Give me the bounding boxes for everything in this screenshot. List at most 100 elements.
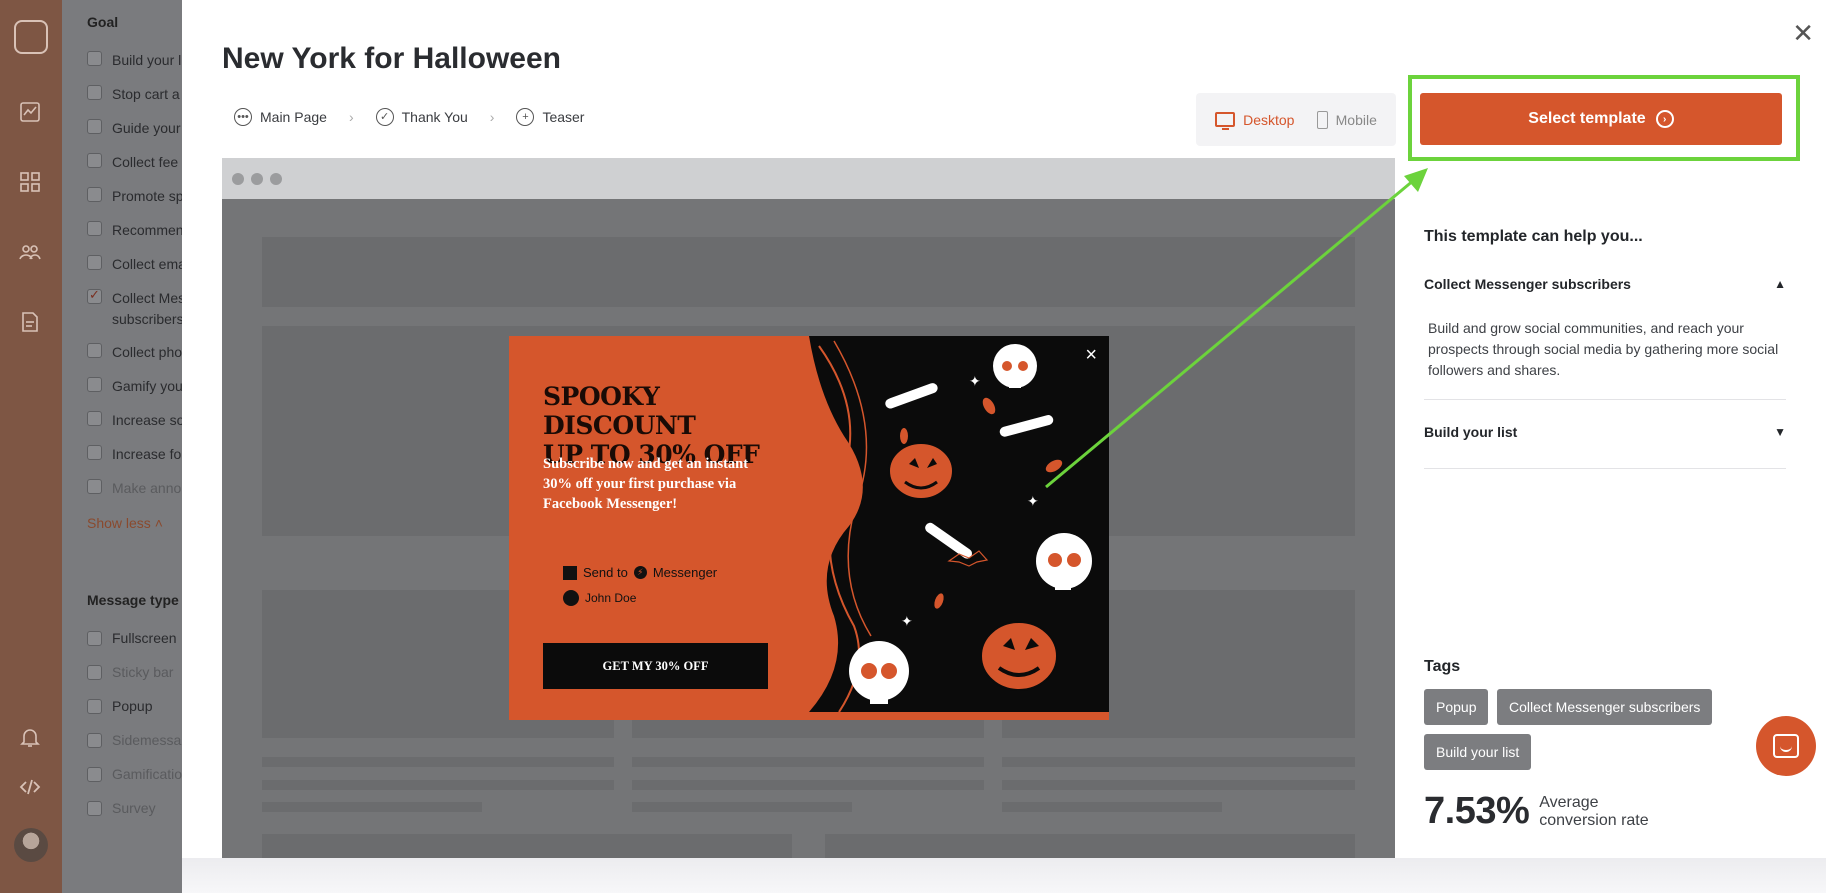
goal-filter-label: Collect fee	[112, 154, 179, 170]
svg-text:✦: ✦	[901, 613, 913, 629]
popup-close-icon[interactable]: ×	[1085, 344, 1097, 367]
checkbox-icon[interactable]	[87, 85, 102, 100]
goal-filter-item[interactable]: Make anno	[87, 478, 181, 499]
checkbox-icon[interactable]	[87, 119, 102, 134]
accordion-body: Build and grow social communities, and r…	[1428, 320, 1779, 378]
checkbox-icon[interactable]	[87, 187, 102, 202]
popup-cta-button[interactable]: GET MY 30% OFF	[543, 643, 768, 689]
accordion-title: Build your list	[1424, 424, 1518, 440]
window-dots-icon	[232, 173, 282, 185]
avatar-icon	[563, 590, 579, 606]
send-to-messenger[interactable]: Send to ⚡ Messenger	[563, 565, 717, 580]
app-sidebar	[0, 0, 62, 893]
goal-filter-item[interactable]: Increase fo	[87, 444, 181, 465]
message-type-label: Fullscreen	[112, 630, 177, 646]
goal-filter-item[interactable]: Increase so	[87, 410, 182, 431]
checkbox-icon[interactable]	[87, 343, 102, 358]
tag[interactable]: Build your list	[1424, 734, 1532, 770]
goal-filter-label: Collect ema	[112, 256, 182, 272]
message-type-filter-item[interactable]: Sidemessa	[87, 732, 181, 748]
goal-filter-label: Promote sp	[112, 188, 182, 204]
placeholder-line	[262, 780, 614, 790]
checkbox-icon[interactable]	[87, 733, 102, 748]
app-logo-icon[interactable]	[14, 20, 48, 54]
accordion-item-build-list: Build your list ▼	[1424, 424, 1786, 469]
placeholder-line	[632, 780, 984, 790]
goal-filter-item[interactable]: Stop cart a	[87, 84, 180, 105]
chevron-up-icon: ▲	[1774, 277, 1786, 291]
goal-filter-item[interactable]: Guide your	[87, 118, 180, 139]
message-type-filter-item[interactable]: Gamificatio	[87, 766, 182, 782]
send-to-label: Send to	[583, 565, 628, 580]
checkbox-icon[interactable]	[87, 445, 102, 460]
phone-icon	[1316, 110, 1328, 129]
message-type-heading: Message type	[87, 592, 179, 608]
goal-filter-item[interactable]: Collect Mes subscribers	[87, 287, 182, 330]
checkbox-icon[interactable]	[87, 699, 102, 714]
goal-filter-item[interactable]: Collect pho	[87, 342, 182, 363]
accordion-header[interactable]: Build your list ▼	[1424, 424, 1786, 440]
mobile-toggle[interactable]: Mobile	[1316, 110, 1377, 129]
messenger-icon: ⚡	[633, 566, 647, 579]
goal-filter-item[interactable]: Recommen	[87, 220, 182, 241]
message-type-label: Sidemessa	[112, 732, 182, 748]
goal-filter-item[interactable]: Collect ema	[87, 254, 182, 275]
checkbox-icon[interactable]	[87, 51, 102, 66]
browser-toolbar	[222, 158, 1395, 199]
page-title: New York for Halloween	[222, 42, 561, 75]
step-thank-you[interactable]: ✓ Thank You	[375, 108, 468, 126]
checkbox-icon[interactable]	[87, 665, 102, 680]
checkbox-icon[interactable]	[87, 377, 102, 392]
more-dots-icon: •••	[234, 108, 252, 126]
placeholder-line	[632, 757, 984, 767]
analytics-icon[interactable]	[18, 100, 42, 124]
message-type-filter-item[interactable]: Popup	[87, 698, 152, 714]
bell-icon[interactable]	[18, 725, 42, 749]
message-type-filter-item[interactable]: Fullscreen	[87, 630, 177, 646]
goal-filter-item[interactable]: Build your l	[87, 50, 181, 71]
checkbox-icon[interactable]	[87, 767, 102, 782]
checkbox-icon[interactable]	[87, 153, 102, 168]
checkbox-icon[interactable]	[87, 255, 102, 270]
halloween-popup: ✦ ✦ ✦ × SPOOKY DISCOUNT UP TO 30% OFF Subs…	[509, 336, 1109, 720]
step-navigation: ••• Main Page › ✓ Thank You › + Teaser	[234, 108, 584, 126]
chevron-down-icon: ▼	[1774, 425, 1786, 439]
message-type-filter-item[interactable]: Survey	[87, 800, 156, 816]
desktop-label: Desktop	[1243, 111, 1295, 128]
checkbox-icon[interactable]	[87, 221, 102, 236]
goal-filter-label: Make anno	[112, 480, 182, 496]
accordion-header[interactable]: Collect Messenger subscribers ▲	[1424, 276, 1786, 292]
select-template-button[interactable]: Select template ›	[1420, 93, 1782, 145]
accordion-item-messenger: Collect Messenger subscribers ▲ Build an…	[1424, 276, 1786, 400]
goal-filter-item[interactable]: Gamify you	[87, 376, 182, 397]
tag[interactable]: Collect Messenger subscribers	[1497, 689, 1713, 725]
arrow-circle-icon: ›	[1655, 110, 1674, 128]
checkbox-icon[interactable]	[87, 631, 102, 646]
chevron-right-icon: ›	[489, 109, 495, 125]
goal-filter-item[interactable]: Promote sp	[87, 186, 182, 207]
modal-bottom-shadow	[182, 858, 1826, 893]
code-icon[interactable]	[18, 775, 42, 799]
message-type-filter-item[interactable]: Sticky bar	[87, 664, 173, 680]
document-icon[interactable]	[18, 310, 42, 334]
goal-filter-item[interactable]: Collect fee	[87, 152, 178, 173]
step-main-page[interactable]: ••• Main Page	[234, 108, 327, 126]
accordion-title: Collect Messenger subscribers	[1424, 276, 1631, 292]
checkbox-icon[interactable]	[87, 801, 102, 816]
conversion-label: Average conversion rate	[1539, 794, 1648, 830]
step-teaser[interactable]: + Teaser	[516, 108, 584, 126]
pumpkin-icon	[888, 442, 954, 500]
show-less-link[interactable]: Show less ˄	[87, 515, 163, 531]
templates-grid-icon[interactable]	[18, 170, 42, 194]
chat-launcher-button[interactable]	[1756, 716, 1816, 776]
checkbox-icon[interactable]	[87, 479, 102, 494]
user-avatar[interactable]	[14, 828, 48, 862]
checkbox-checked-icon[interactable]	[87, 287, 102, 304]
step-label: Main Page	[260, 109, 327, 125]
desktop-toggle[interactable]: Desktop	[1215, 111, 1295, 130]
close-icon[interactable]: ✕	[1792, 18, 1814, 49]
checkbox-icon[interactable]	[87, 411, 102, 426]
users-icon[interactable]	[18, 240, 42, 264]
user-name: John Doe	[585, 591, 637, 605]
tag[interactable]: Popup	[1424, 689, 1489, 725]
